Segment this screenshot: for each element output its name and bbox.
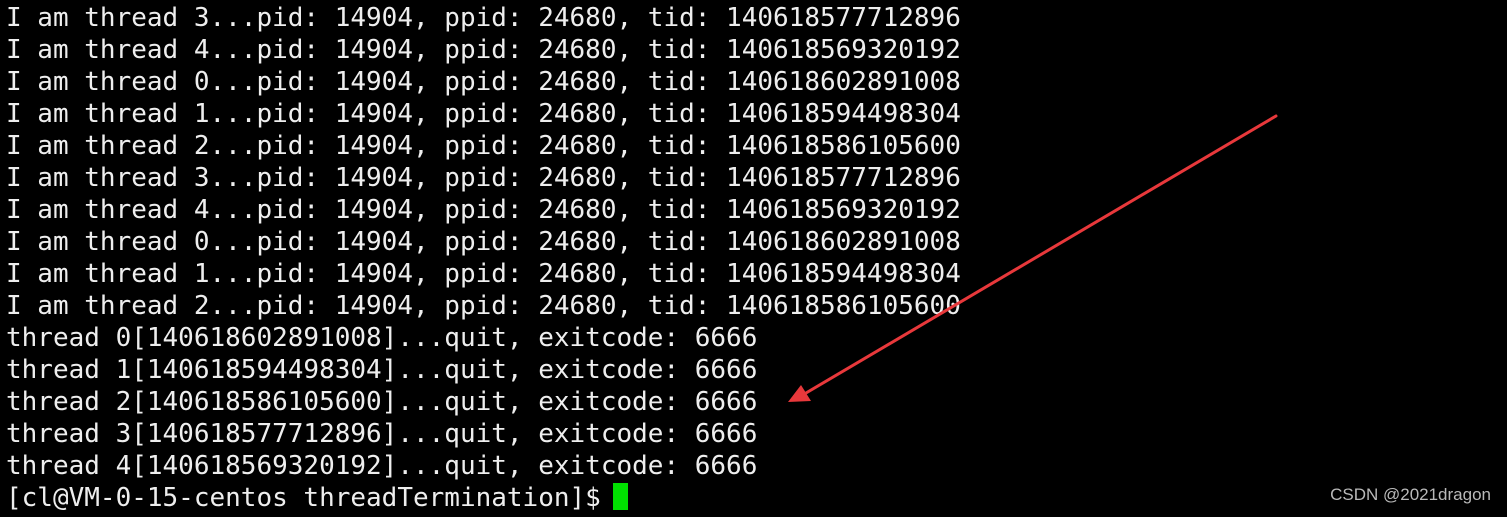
output-line: thread 4[140618569320192]...quit, exitco… — [6, 451, 758, 481]
output-line: I am thread 3...pid: 14904, ppid: 24680,… — [6, 163, 961, 193]
output-line: I am thread 1...pid: 14904, ppid: 24680,… — [6, 99, 961, 129]
output-line: thread 2[140618586105600]...quit, exitco… — [6, 387, 758, 417]
output-line: I am thread 4...pid: 14904, ppid: 24680,… — [6, 195, 961, 225]
text-cursor — [612, 483, 628, 510]
terminal-window[interactable]: I am thread 3...pid: 14904, ppid: 24680,… — [0, 0, 1507, 517]
output-line: I am thread 2...pid: 14904, ppid: 24680,… — [6, 291, 961, 321]
output-line: thread 3[140618577712896]...quit, exitco… — [6, 419, 758, 449]
output-line: I am thread 0...pid: 14904, ppid: 24680,… — [6, 67, 961, 97]
output-line: thread 0[140618602891008]...quit, exitco… — [6, 323, 758, 353]
output-line: I am thread 0...pid: 14904, ppid: 24680,… — [6, 227, 961, 257]
output-line: I am thread 4...pid: 14904, ppid: 24680,… — [6, 35, 961, 65]
output-line: I am thread 3...pid: 14904, ppid: 24680,… — [6, 3, 961, 33]
prompt-line[interactable]: [cl@VM-0-15-centos threadTermination]$ — [6, 482, 961, 514]
output-line: I am thread 2...pid: 14904, ppid: 24680,… — [6, 131, 961, 161]
terminal-output: I am thread 3...pid: 14904, ppid: 24680,… — [6, 2, 961, 514]
watermark: CSDN @2021dragon — [1330, 485, 1491, 504]
output-line: I am thread 1...pid: 14904, ppid: 24680,… — [6, 259, 961, 289]
output-line: thread 1[140618594498304]...quit, exitco… — [6, 355, 758, 385]
shell-prompt: [cl@VM-0-15-centos threadTermination]$ — [6, 483, 601, 513]
